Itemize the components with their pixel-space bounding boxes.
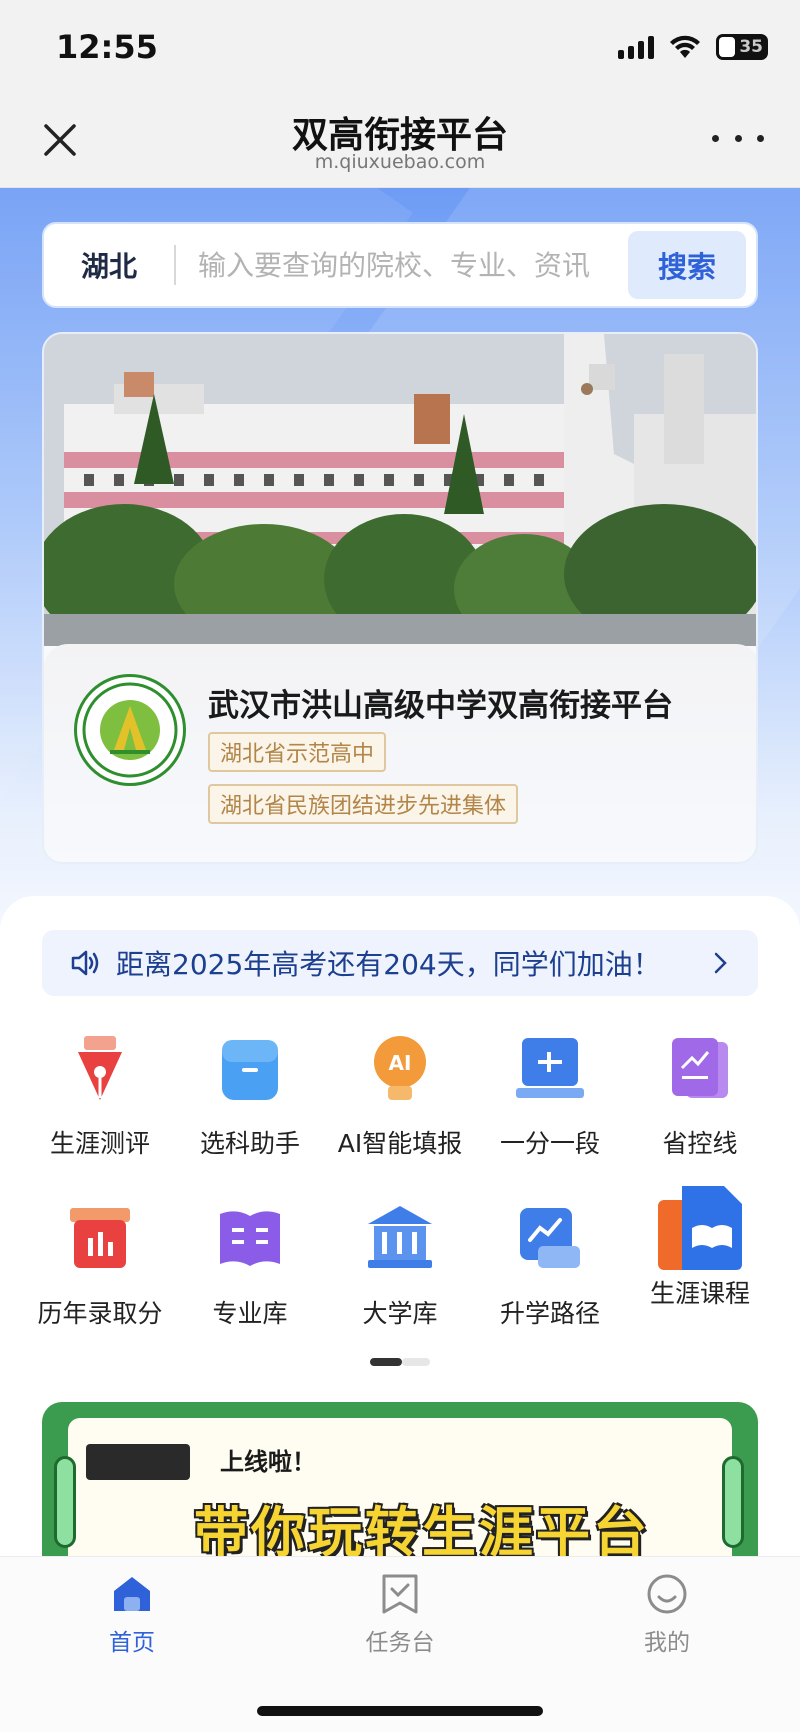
feature-control-line[interactable]: 省控线 <box>620 1032 780 1182</box>
feature-admission-scores[interactable]: 历年录取分 <box>20 1202 180 1352</box>
speaker-icon <box>71 950 99 976</box>
promo-subtitle: 上线啦！ <box>220 1448 316 1476</box>
feature-label: 历年录取分 <box>37 1299 163 1328</box>
feature-career-assessment[interactable]: 生涯测评 <box>20 1032 180 1182</box>
battery-level: 35 <box>739 37 763 57</box>
book-icon <box>220 1211 280 1266</box>
svg-text:AI: AI <box>389 1051 412 1075</box>
more-button[interactable] <box>712 126 764 150</box>
status-time: 12:55 <box>56 28 158 66</box>
feature-label: 一分一段 <box>499 1129 600 1158</box>
page-url: m.qiuxuebao.com <box>314 151 486 173</box>
feature-subject-helper[interactable]: 选科助手 <box>170 1032 330 1182</box>
tab-task[interactable]: 任务台 <box>320 1573 480 1657</box>
pen-nib-icon <box>78 1036 122 1100</box>
feature-label: 生涯测评 <box>49 1129 150 1158</box>
tab-label: 任务台 <box>365 1630 435 1656</box>
feature-university-library[interactable]: 大学库 <box>320 1202 480 1352</box>
promo-decoration <box>722 1456 744 1548</box>
promo-decoration <box>54 1456 76 1548</box>
region-selector[interactable]: 湖北 <box>44 245 174 285</box>
course-book-icon <box>658 1186 742 1270</box>
school-card[interactable]: 武汉市洪山高级中学双高衔接平台 湖北省示范高中 湖北省民族团结进步先进集体 <box>42 332 758 864</box>
university-icon <box>368 1206 432 1268</box>
search-bar: 湖北 搜索 <box>42 222 758 308</box>
carousel-indicator <box>370 1358 430 1366</box>
chevron-right-icon <box>714 952 727 974</box>
bar-chart-icon <box>70 1208 130 1268</box>
page-dot <box>402 1358 430 1366</box>
tab-label: 首页 <box>109 1630 155 1656</box>
ai-bulb-icon: AI <box>374 1036 426 1100</box>
feature-label: 选科助手 <box>199 1129 300 1158</box>
school-info: 武汉市洪山高级中学双高衔接平台 湖北省示范高中 湖北省民族团结进步先进集体 <box>44 644 756 862</box>
feature-major-library[interactable]: 专业库 <box>170 1202 330 1352</box>
school-tag-2: 湖北省民族团结进步先进集体 <box>208 784 519 824</box>
wifi-icon <box>670 35 700 58</box>
school-emblem-icon <box>74 674 186 786</box>
page-dot-active <box>370 1358 402 1366</box>
feature-ai-application[interactable]: AI AI智能填报 <box>320 1032 480 1182</box>
search-input[interactable] <box>176 248 628 282</box>
search-button[interactable]: 搜索 <box>628 231 746 299</box>
feature-score-ranking[interactable]: 一分一段 <box>470 1032 630 1182</box>
feature-label: 专业库 <box>212 1299 288 1328</box>
promo-badge: 独家攻略 <box>86 1444 191 1480</box>
school-tag-1: 湖北省示范高中 <box>208 732 387 772</box>
task-icon <box>382 1574 418 1614</box>
feature-label: AI智能填报 <box>337 1129 463 1158</box>
feature-label: 大学库 <box>362 1299 438 1328</box>
tab-profile[interactable]: 我的 <box>587 1573 747 1657</box>
backpack-icon <box>222 1040 278 1100</box>
profile-smile-icon <box>647 1574 687 1614</box>
status-icons: 35 <box>618 34 768 60</box>
more-icon <box>712 134 719 142</box>
trend-icon <box>520 1208 580 1268</box>
feature-advancement-path[interactable]: 升学路径 <box>470 1202 630 1352</box>
feature-label: 省控线 <box>662 1129 738 1158</box>
home-indicator <box>257 1706 543 1716</box>
home-icon <box>114 1577 150 1611</box>
feature-label: 生涯课程 <box>649 1279 750 1308</box>
main-panel: 距离2025年高考还有204天，同学们加油！ 生涯测评 选科助手 AI AI智能… <box>0 896 800 1582</box>
school-name: 武汉市洪山高级中学双高衔接平台 <box>208 688 673 724</box>
feature-career-course[interactable]: 生涯课程 <box>620 1182 780 1332</box>
status-bar: 12:55 35 <box>0 0 800 96</box>
feature-label: 升学路径 <box>499 1299 600 1328</box>
signal-icon <box>618 35 654 59</box>
promo-banner[interactable]: 独家攻略 上线啦！ 带你玩转生涯平台 <box>42 1402 758 1582</box>
school-photo <box>44 334 756 646</box>
notice-bar[interactable]: 距离2025年高考还有204天，同学们加油！ <box>42 930 758 996</box>
tab-home[interactable]: 首页 <box>52 1573 212 1657</box>
tab-label: 我的 <box>644 1630 690 1656</box>
nav-bar: 双高衔接平台 m.qiuxuebao.com <box>0 96 800 188</box>
battery-icon: 35 <box>716 34 768 60</box>
control-line-icon <box>672 1038 728 1098</box>
score-board-icon <box>516 1038 584 1098</box>
notice-text: 距离2025年高考还有204天，同学们加油！ <box>116 948 661 981</box>
